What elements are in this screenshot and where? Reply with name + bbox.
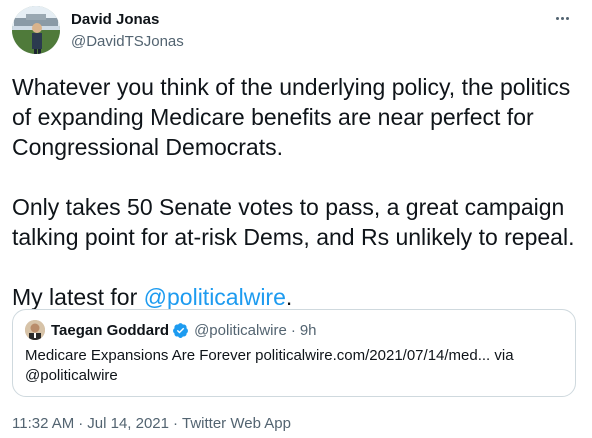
- verified-badge-icon: [173, 322, 189, 338]
- tweet-time[interactable]: 11:32 AM: [12, 415, 74, 432]
- quoted-author-avatar: [25, 320, 45, 340]
- tweet-date[interactable]: Jul 14, 2021: [87, 415, 169, 432]
- author-handle[interactable]: @DavidTSJonas: [71, 32, 184, 52]
- tweet-source[interactable]: Twitter Web App: [182, 415, 291, 432]
- quoted-author-handle: @politicalwire: [194, 321, 287, 339]
- dot-icon: [555, 16, 559, 20]
- tweet-paragraph: Only takes 50 Senate votes to pass, a gr…: [12, 194, 575, 250]
- quoted-tweet-header: Taegan Goddard @politicalwire · 9h: [25, 320, 563, 340]
- separator-dot: ·: [290, 321, 296, 339]
- quoted-tweet-time: 9h: [299, 321, 317, 339]
- tweet-paragraph: My latest for @politicalwire.: [12, 282, 582, 312]
- mention-link[interactable]: @politicalwire: [144, 284, 286, 310]
- separator-dot: ·: [78, 415, 84, 432]
- tweet-paragraph-text: My latest for: [12, 284, 144, 310]
- quoted-author-name: Taegan Goddard: [51, 321, 170, 339]
- tweet-paragraph-text: .: [285, 284, 293, 310]
- tweet-metadata: 11:32 AM · Jul 14, 2021 · Twitter Web App: [12, 414, 291, 434]
- separator-dot: ·: [173, 415, 178, 432]
- more-options-icon[interactable]: [550, 8, 574, 28]
- author-display-name[interactable]: David Jonas: [71, 10, 184, 30]
- tweet-text: Whatever you think of the underlying pol…: [12, 72, 582, 312]
- dot-icon: [560, 16, 564, 20]
- tweet-paragraph: Whatever you think of the underlying pol…: [12, 74, 571, 160]
- quoted-tweet[interactable]: Taegan Goddard @politicalwire · 9h Medic…: [12, 309, 576, 397]
- author-info: David Jonas @DavidTSJonas: [71, 10, 184, 52]
- tweet: David Jonas @DavidTSJonas Whatever you t…: [0, 0, 592, 438]
- quoted-tweet-text: Medicare Expansions Are Forever politica…: [25, 347, 514, 384]
- author-avatar[interactable]: [12, 6, 60, 54]
- dot-icon: [565, 16, 569, 20]
